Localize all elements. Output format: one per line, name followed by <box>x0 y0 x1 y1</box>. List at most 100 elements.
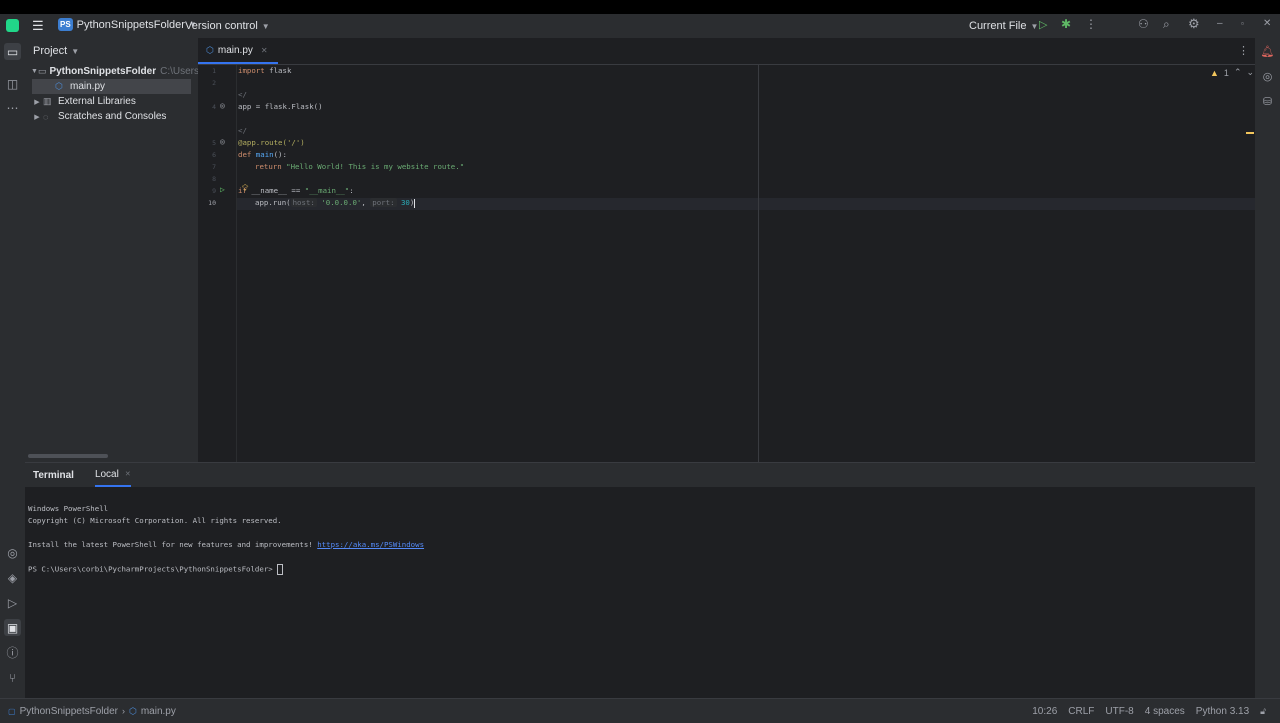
line-separator[interactable]: CRLF <box>1068 706 1094 717</box>
git-icon[interactable]: ⑂ <box>4 669 21 686</box>
tree-file-row[interactable]: ⬡ main.py <box>32 79 191 94</box>
parameter-hint: port: <box>370 198 397 207</box>
run-icon[interactable]: ▷ <box>1039 18 1047 31</box>
inspection-widget[interactable]: ▲ 1 ⌃ ⌄ <box>1210 67 1254 78</box>
terminal-prompt-line[interactable]: PS C:\Users\corbi\PycharmProjects\Python… <box>28 564 284 575</box>
line-number: 10 <box>208 199 216 207</box>
inlay-hint-line: </ <box>238 89 247 101</box>
chevron-down-icon: ▼ <box>71 46 80 56</box>
tab-local[interactable]: Local ✕ <box>94 463 131 487</box>
close-window-icon[interactable]: ✕ <box>1263 18 1271 29</box>
status-widgets: 10:26 CRLF UTF-8 4 spaces Python 3.13 🔓︎ <box>1032 699 1266 723</box>
tree-root-row[interactable]: ▼ ▭ PythonSnippetsFolder C:\Users\c <box>25 64 198 79</box>
terminal-text: Windows PowerShell <box>28 504 109 513</box>
version-control-label: Version control <box>185 20 258 32</box>
string-literal: "__main__" <box>304 186 350 195</box>
chevron-down-icon: ▼ <box>31 68 38 75</box>
python-packages-icon[interactable]: ◎ <box>4 544 21 561</box>
tab-main-py[interactable]: ⬡ main.py ✕ <box>198 38 278 64</box>
read-write-lock-icon[interactable]: 🔓︎ <box>1260 706 1266 717</box>
inlay-hint-line: </ <box>238 125 247 137</box>
more-actions-icon[interactable]: ⋮ <box>1085 17 1097 31</box>
intention-bulb-icon[interactable]: 💡︎ <box>242 184 248 194</box>
status-bar: ▢ PythonSnippetsFolder › ⬡ main.py 10:26… <box>0 698 1280 723</box>
code-text: app = flask.Flask() <box>238 102 323 111</box>
main-menu-icon[interactable]: ☰ <box>32 18 44 34</box>
pycharm-logo-icon <box>6 19 19 32</box>
file-encoding[interactable]: UTF-8 <box>1105 706 1133 717</box>
gutter-implemented-icon[interactable]: ◎ <box>220 101 225 110</box>
horizontal-scrollbar[interactable] <box>28 454 108 458</box>
tab-label: main.py <box>217 44 253 56</box>
tree-external-libraries-row[interactable]: ▶ ▥ External Libraries <box>25 94 198 109</box>
layers-icon[interactable]: ◈ <box>4 569 21 586</box>
string-literal: '0.0.0.0' <box>316 198 362 207</box>
close-tab-icon[interactable]: ✕ <box>125 470 131 478</box>
keyword: import <box>238 66 265 75</box>
database-icon[interactable]: ⛁ <box>1259 93 1276 110</box>
gutter-run-icon[interactable]: ▷ <box>220 185 225 194</box>
settings-gear-icon[interactable]: ⚙ <box>1188 16 1200 32</box>
terminal-tab-bar: Terminal Local ✕ <box>25 463 1255 487</box>
close-tab-icon[interactable]: ✕ <box>261 46 268 55</box>
warning-stripe-marker[interactable] <box>1246 132 1254 134</box>
warning-icon: ▲ <box>1210 67 1219 78</box>
root-folder-name: PythonSnippetsFolder <box>49 66 157 77</box>
project-badge: PS <box>58 18 73 31</box>
gutter-endpoint-icon[interactable]: ◎ <box>220 137 225 146</box>
chevron-down-icon[interactable]: ⌄ <box>1246 67 1254 78</box>
indent-setting[interactable]: 4 spaces <box>1145 706 1185 717</box>
version-control-menu[interactable]: Version control ▼ <box>185 20 270 32</box>
project-folder-icon[interactable]: ▭ <box>4 43 21 60</box>
keyword: def <box>238 150 252 159</box>
python-interpreter[interactable]: Python 3.13 <box>1196 706 1249 717</box>
problems-icon[interactable]: ⓘ <box>4 644 21 661</box>
chevron-up-icon[interactable]: ⌃ <box>1234 67 1242 78</box>
right-tool-strip: 🔔︎ ◎ ⛁ <box>1255 38 1280 698</box>
editor-tab-bar: ⬡ main.py ✕ ⋮ <box>198 38 1255 65</box>
parameter-hint: host: <box>290 198 317 207</box>
library-icon: ▥ <box>43 96 52 106</box>
breadcrumb-project[interactable]: PythonSnippetsFolder <box>20 706 118 717</box>
pycharm-window: ☰ PS PythonSnippetsFolder ▼ Version cont… <box>0 14 1280 723</box>
breadcrumb: ▢ PythonSnippetsFolder › ⬡ main.py <box>8 699 176 723</box>
line-number: 2 <box>212 79 216 87</box>
debug-icon[interactable]: ✱ <box>1061 17 1071 31</box>
tab-options-icon[interactable]: ⋮ <box>1238 44 1249 57</box>
more-tools-icon[interactable]: ⋯ <box>4 99 21 116</box>
maximize-icon[interactable]: ▫ <box>1241 19 1244 28</box>
breadcrumb-file[interactable]: main.py <box>141 706 176 717</box>
warning-count: 1 <box>1223 67 1229 78</box>
terminal-title[interactable]: Terminal <box>33 470 74 481</box>
structure-icon[interactable]: ◫ <box>4 75 21 92</box>
code-with-me-icon[interactable]: ⚇ <box>1138 17 1149 31</box>
project-selector[interactable]: PS PythonSnippetsFolder ▼ <box>58 18 197 31</box>
left-tool-strip: ▭ ◫ ⋯ ◎ ◈ ▷ ▣ ⓘ ⑂ <box>0 38 25 698</box>
string-literal: "Hello World! This is my website route." <box>286 162 465 171</box>
terminal-icon[interactable]: ▣ <box>4 619 21 636</box>
run-config-selector[interactable]: Current File ▼ <box>969 20 1038 32</box>
root-folder-path: C:\Users\c <box>160 66 198 77</box>
python-file-icon: ⬡ <box>55 81 63 91</box>
code-text: app.run( <box>255 198 291 207</box>
tab-local-label: Local <box>94 468 119 480</box>
code-editor[interactable]: 1 2 4 ◎ 5 ◎ 6 7 8 9 ▷ 10 import flask </… <box>198 65 1255 462</box>
search-icon[interactable]: ⌕ <box>1163 17 1170 32</box>
project-panel-header[interactable]: Project ▼ <box>25 38 198 64</box>
caret-position[interactable]: 10:26 <box>1032 706 1057 717</box>
minimize-icon[interactable]: – <box>1217 18 1223 29</box>
line-number: 9 <box>212 187 216 195</box>
scratches-icon: ◌ <box>43 111 49 122</box>
code-text: , <box>361 198 371 207</box>
terminal-prompt: PS C:\Users\corbi\PycharmProjects\Python… <box>28 564 278 574</box>
editor-gutter: 1 2 4 ◎ 5 ◎ 6 7 8 9 ▷ 10 <box>198 65 237 462</box>
powershell-link[interactable]: https://aka.ms/PSWindows <box>317 540 424 549</box>
notifications-icon[interactable]: 🔔︎ <box>1259 43 1276 60</box>
file-name: main.py <box>70 81 106 92</box>
services-icon[interactable]: ▷ <box>4 594 21 611</box>
keyword: return <box>255 162 282 171</box>
line-number: 6 <box>212 151 216 159</box>
code-line-9: if __name__ == "__main__": <box>238 185 354 197</box>
tree-scratches-row[interactable]: ▶ ◌ Scratches and Consoles <box>25 109 198 124</box>
ai-assistant-icon[interactable]: ◎ <box>1259 68 1276 85</box>
